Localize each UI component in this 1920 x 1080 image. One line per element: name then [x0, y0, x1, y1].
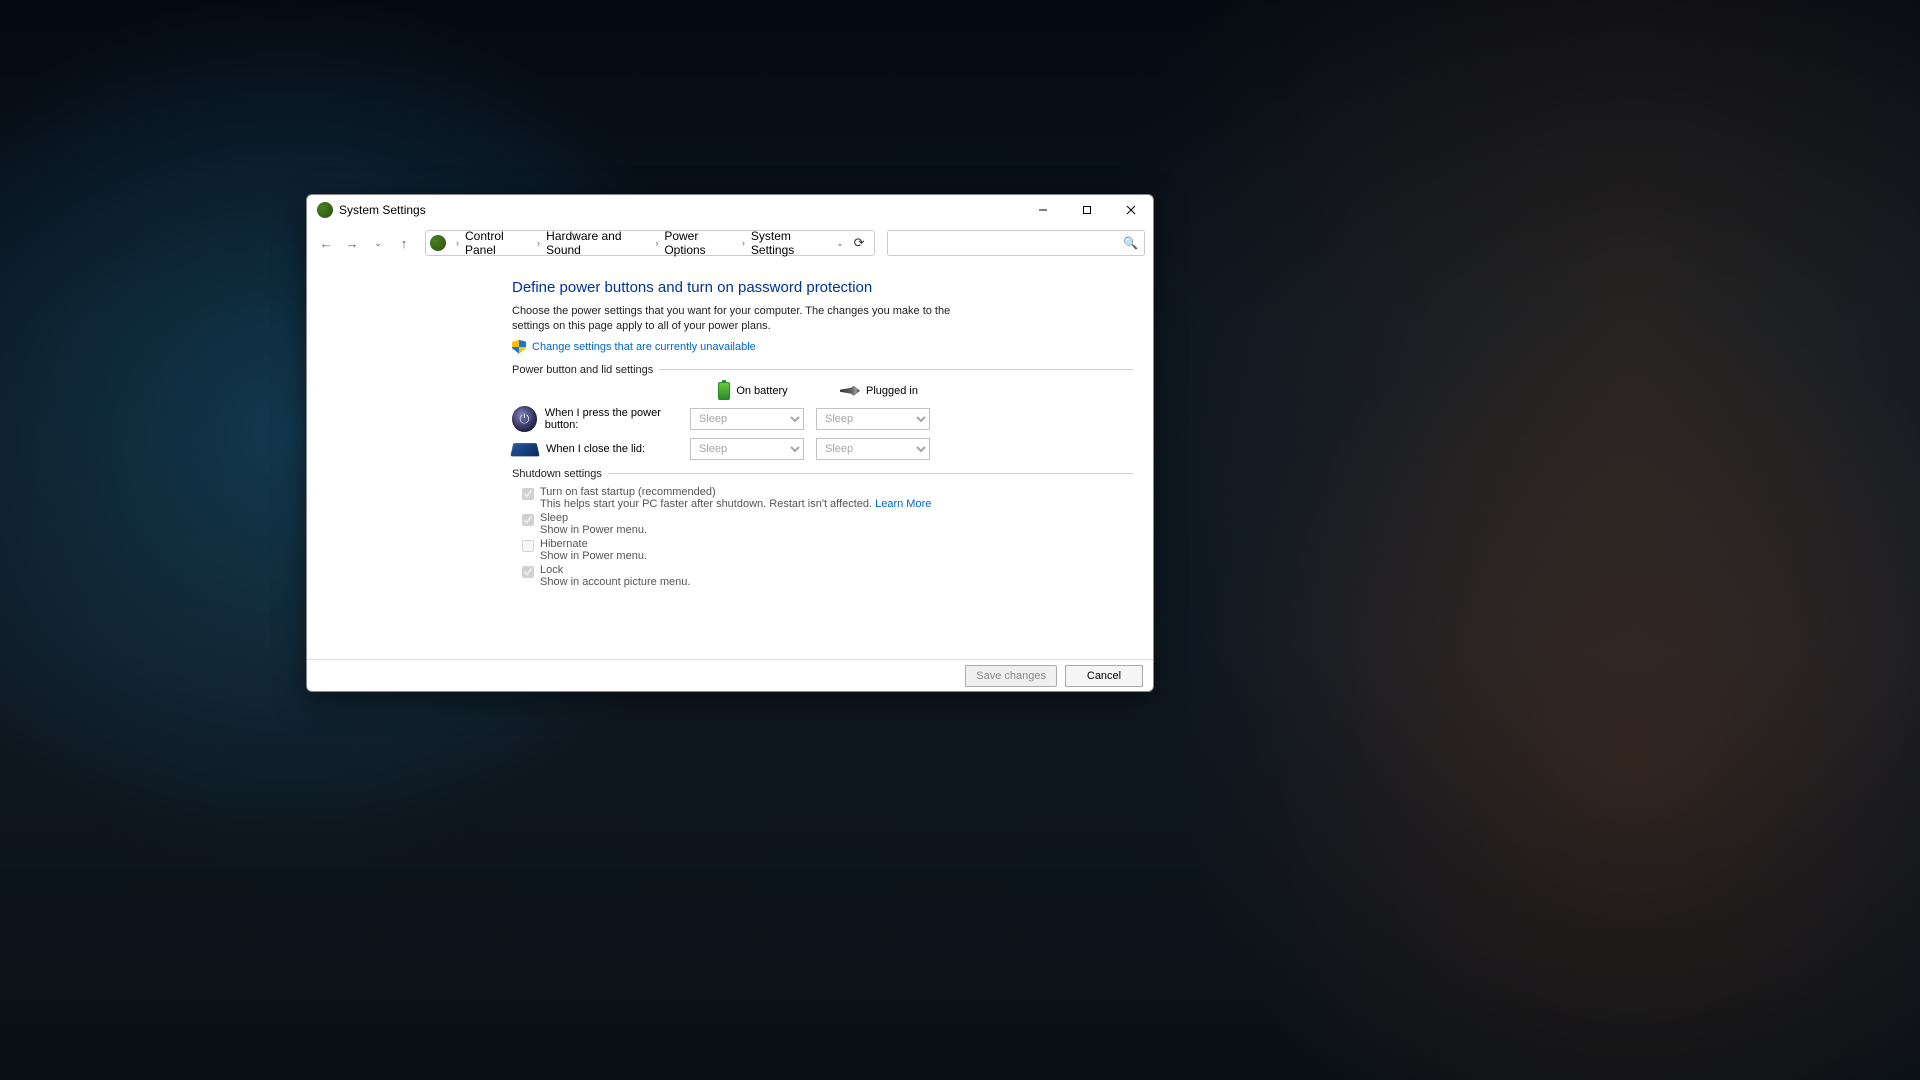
power-button-label-cell: ⏻ When I press the power button:: [512, 406, 690, 432]
minimize-icon: [1038, 205, 1048, 215]
chevron-right-icon: ›: [456, 238, 459, 248]
fast-startup-row: Turn on fast startup (recommended) This …: [522, 486, 1133, 510]
sleep-label: Sleep: [540, 512, 647, 524]
close-lid-label-cell: When I close the lid:: [512, 441, 690, 457]
breadcrumb-hardware-sound[interactable]: Hardware and Sound: [544, 229, 651, 257]
system-settings-window: System Settings ← → ⌄ ↑ › Control Panel …: [306, 194, 1154, 692]
change-settings-link[interactable]: Change settings that are currently unava…: [532, 341, 756, 353]
lock-checkbox[interactable]: [522, 566, 534, 578]
cancel-button[interactable]: Cancel: [1065, 665, 1143, 687]
up-button[interactable]: ↑: [393, 232, 415, 254]
maximize-button[interactable]: [1065, 195, 1109, 225]
plug-icon: [840, 386, 860, 396]
window-controls: [1021, 195, 1153, 225]
hibernate-checkbox[interactable]: [522, 540, 534, 552]
section-label-text: Power button and lid settings: [512, 364, 653, 376]
address-dropdown-button[interactable]: ⌄: [832, 238, 848, 249]
save-changes-button[interactable]: Save changes: [965, 665, 1057, 687]
power-button-label: When I press the power button:: [545, 407, 690, 431]
lid-icon: [510, 443, 539, 456]
hibernate-sub: Show in Power menu.: [540, 550, 647, 562]
address-bar[interactable]: › Control Panel › Hardware and Sound › P…: [425, 230, 875, 256]
plugged-in-label: Plugged in: [866, 385, 918, 397]
fast-startup-label: Turn on fast startup (recommended): [540, 486, 931, 498]
sleep-row: Sleep Show in Power menu.: [522, 512, 1133, 536]
close-lid-battery-select[interactable]: Sleep: [690, 438, 804, 460]
sleep-checkbox[interactable]: [522, 514, 534, 526]
fast-startup-checkbox[interactable]: [522, 488, 534, 500]
chevron-right-icon: ›: [537, 238, 540, 248]
recent-locations-button[interactable]: ⌄: [367, 232, 389, 254]
close-lid-row: When I close the lid: Sleep Sleep: [512, 438, 1133, 460]
shutdown-label-text: Shutdown settings: [512, 468, 602, 480]
power-button-plugged-select[interactable]: Sleep: [816, 408, 930, 430]
fast-startup-sub: This helps start your PC faster after sh…: [540, 498, 931, 510]
maximize-icon: [1082, 205, 1092, 215]
close-icon: [1126, 205, 1136, 215]
search-input[interactable]: [894, 236, 1123, 250]
app-icon: [317, 202, 333, 218]
content-area: Define power buttons and turn on passwor…: [307, 261, 1153, 659]
chevron-right-icon: ›: [655, 238, 658, 248]
refresh-button[interactable]: ⟳: [848, 235, 870, 251]
minimize-button[interactable]: [1021, 195, 1065, 225]
titlebar: System Settings: [307, 195, 1153, 225]
shield-icon: [512, 340, 526, 354]
back-button[interactable]: ←: [315, 232, 337, 254]
breadcrumb-control-panel[interactable]: Control Panel: [463, 229, 533, 257]
page-description: Choose the power settings that you want …: [512, 304, 952, 334]
shutdown-section-label: Shutdown settings: [512, 468, 1133, 480]
close-lid-label: When I close the lid:: [546, 443, 645, 455]
page-title: Define power buttons and turn on passwor…: [512, 279, 1133, 296]
search-box[interactable]: 🔍: [887, 230, 1145, 256]
divider: [608, 473, 1133, 474]
address-icon: [430, 235, 446, 251]
battery-icon: [718, 382, 730, 400]
hibernate-label: Hibernate: [540, 538, 647, 550]
toolbar: ← → ⌄ ↑ › Control Panel › Hardware and S…: [307, 225, 1153, 261]
power-button-icon: ⏻: [512, 406, 537, 432]
chevron-right-icon: ›: [742, 238, 745, 248]
lock-sub: Show in account picture menu.: [540, 576, 690, 588]
breadcrumb-power-options[interactable]: Power Options: [662, 229, 738, 257]
window-title: System Settings: [339, 203, 1021, 217]
search-icon[interactable]: 🔍: [1123, 236, 1138, 250]
power-button-battery-select[interactable]: Sleep: [690, 408, 804, 430]
breadcrumb-system-settings[interactable]: System Settings: [749, 229, 832, 257]
close-button[interactable]: [1109, 195, 1153, 225]
on-battery-header: On battery: [690, 382, 816, 400]
lock-row: Lock Show in account picture menu.: [522, 564, 1133, 588]
divider: [659, 369, 1133, 370]
shutdown-settings-list: Turn on fast startup (recommended) This …: [512, 486, 1133, 588]
hibernate-row: Hibernate Show in Power menu.: [522, 538, 1133, 562]
change-settings-row: Change settings that are currently unava…: [512, 340, 1133, 354]
power-button-row: ⏻ When I press the power button: Sleep S…: [512, 406, 1133, 432]
close-lid-plugged-select[interactable]: Sleep: [816, 438, 930, 460]
lid-icon-wrap: [512, 441, 538, 457]
forward-button[interactable]: →: [341, 232, 363, 254]
on-battery-label: On battery: [736, 385, 787, 397]
footer: Save changes Cancel: [307, 659, 1153, 691]
lock-label: Lock: [540, 564, 690, 576]
sleep-sub: Show in Power menu.: [540, 524, 647, 536]
learn-more-link[interactable]: Learn More: [875, 498, 931, 510]
power-button-section-label: Power button and lid settings: [512, 364, 1133, 376]
plugged-in-header: Plugged in: [816, 385, 942, 397]
column-headers: On battery Plugged in: [512, 382, 1133, 400]
